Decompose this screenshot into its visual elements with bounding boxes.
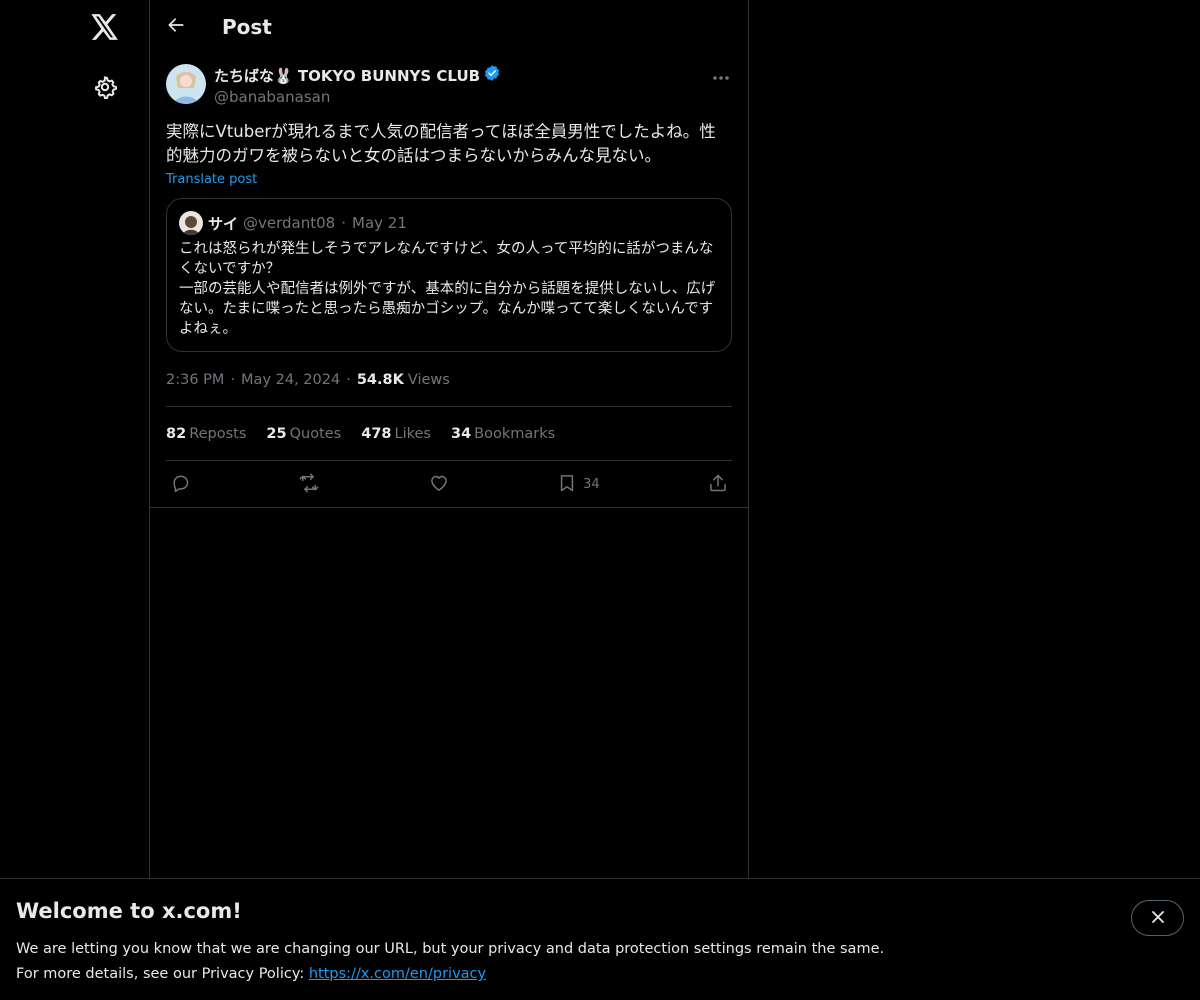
post-actions: 34 — [166, 461, 732, 508]
reply-button[interactable] — [170, 468, 190, 502]
verified-badge-icon — [483, 64, 501, 87]
views-label: Views — [407, 372, 450, 388]
back-button[interactable] — [158, 9, 194, 45]
reposts-label: Reposts — [189, 425, 247, 442]
page: Post たちばな🐰 TOKYO BUNNYS CLUB @banabanasa… — [0, 0, 1200, 1000]
share-icon — [708, 473, 728, 497]
banner-line-1: We are letting you know that we are chan… — [16, 941, 885, 957]
post-date[interactable]: May 24, 2024 — [241, 372, 340, 388]
separator-dot: · — [230, 372, 236, 388]
author-info: たちばな🐰 TOKYO BUNNYS CLUB @banabanasan — [214, 64, 501, 107]
welcome-banner: Welcome to x.com! We are letting you kno… — [0, 878, 1200, 1000]
likes-label: Likes — [394, 425, 431, 442]
share-button[interactable] — [708, 468, 728, 502]
banner-line-2: For more details, see our Privacy Policy… — [16, 962, 884, 987]
bookmark-button[interactable]: 34 — [557, 468, 600, 502]
reposts-count: 82 — [166, 425, 187, 442]
post-meta: 2:36 PM · May 24, 2024 · 54.8K Views — [166, 368, 732, 392]
quote-author-name: サイ — [208, 214, 239, 233]
quoted-post[interactable]: サイ @verdant08 · May 21 これは怒られが発生しそうでアレなん… — [166, 198, 732, 352]
separator-dot: · — [341, 214, 346, 232]
likes-stat[interactable]: 478 Likes — [361, 426, 431, 442]
bookmarks-stat[interactable]: 34 Bookmarks — [451, 426, 555, 442]
bookmark-icon — [557, 473, 577, 497]
author-handle[interactable]: @banabanasan — [214, 87, 501, 107]
quote-date: May 21 — [352, 214, 407, 232]
post: たちばな🐰 TOKYO BUNNYS CLUB @banabanasan 実際に… — [150, 54, 748, 508]
close-icon — [1151, 909, 1165, 928]
bookmark-count: 34 — [583, 477, 600, 492]
gear-icon[interactable] — [89, 71, 121, 103]
author-name-row: たちばな🐰 TOKYO BUNNYS CLUB — [214, 64, 501, 87]
banner-title: Welcome to x.com! — [16, 899, 242, 923]
privacy-policy-link[interactable]: https://x.com/en/privacy — [309, 966, 486, 982]
divider — [150, 507, 749, 508]
reposts-stat[interactable]: 82 Reposts — [166, 426, 246, 442]
author-row: たちばな🐰 TOKYO BUNNYS CLUB @banabanasan — [166, 64, 732, 106]
translate-post-link[interactable]: Translate post — [166, 172, 257, 187]
author-name[interactable]: たちばな🐰 TOKYO BUNNYS CLUB — [214, 66, 480, 86]
banner-text: We are letting you know that we are chan… — [16, 937, 884, 987]
main-column: Post たちばな🐰 TOKYO BUNNYS CLUB @banabanasa… — [150, 0, 749, 1000]
heart-icon — [429, 473, 449, 497]
bookmarks-count: 34 — [450, 425, 472, 442]
arrow-left-icon — [166, 15, 186, 39]
engagement-stats: 82 Reposts 25 Quotes 478 Likes 34 Bookmarks — [166, 407, 732, 460]
quote-avatar — [179, 211, 203, 235]
quote-text: これは怒られが発生しそうでアレなんですけど、女の人って平均的に話がつまんなくない… — [179, 241, 716, 337]
post-text: 実際にVtuberが現れるまで人気の配信者ってほぼ全員男性でしたよね。性的魅力の… — [166, 122, 716, 165]
likes-count: 478 — [361, 425, 392, 442]
more-options-button[interactable] — [710, 64, 732, 86]
page-title: Post — [222, 15, 272, 39]
reply-icon — [170, 473, 190, 497]
banner-line-2-prefix: For more details, see our Privacy Policy… — [16, 966, 309, 982]
views-count: 54.8K — [356, 372, 404, 388]
avatar[interactable] — [166, 64, 206, 104]
quotes-count: 25 — [266, 425, 287, 442]
quotes-stat[interactable]: 25 Quotes — [266, 426, 341, 442]
repost-icon — [298, 473, 320, 497]
post-time[interactable]: 2:36 PM — [166, 372, 224, 388]
left-navigation — [0, 0, 150, 1000]
quoted-post-header: サイ @verdant08 · May 21 — [179, 211, 719, 235]
quote-author-handle: @verdant08 — [243, 214, 336, 232]
close-banner-button[interactable] — [1131, 900, 1184, 936]
repost-button[interactable] — [298, 468, 320, 502]
top-bar: Post — [150, 0, 748, 54]
quotes-label: Quotes — [289, 425, 342, 442]
x-logo-icon[interactable] — [89, 11, 121, 43]
more-horizontal-icon — [712, 66, 730, 85]
like-button[interactable] — [429, 468, 449, 502]
bookmarks-label: Bookmarks — [474, 425, 556, 442]
separator-dot: · — [346, 372, 351, 388]
